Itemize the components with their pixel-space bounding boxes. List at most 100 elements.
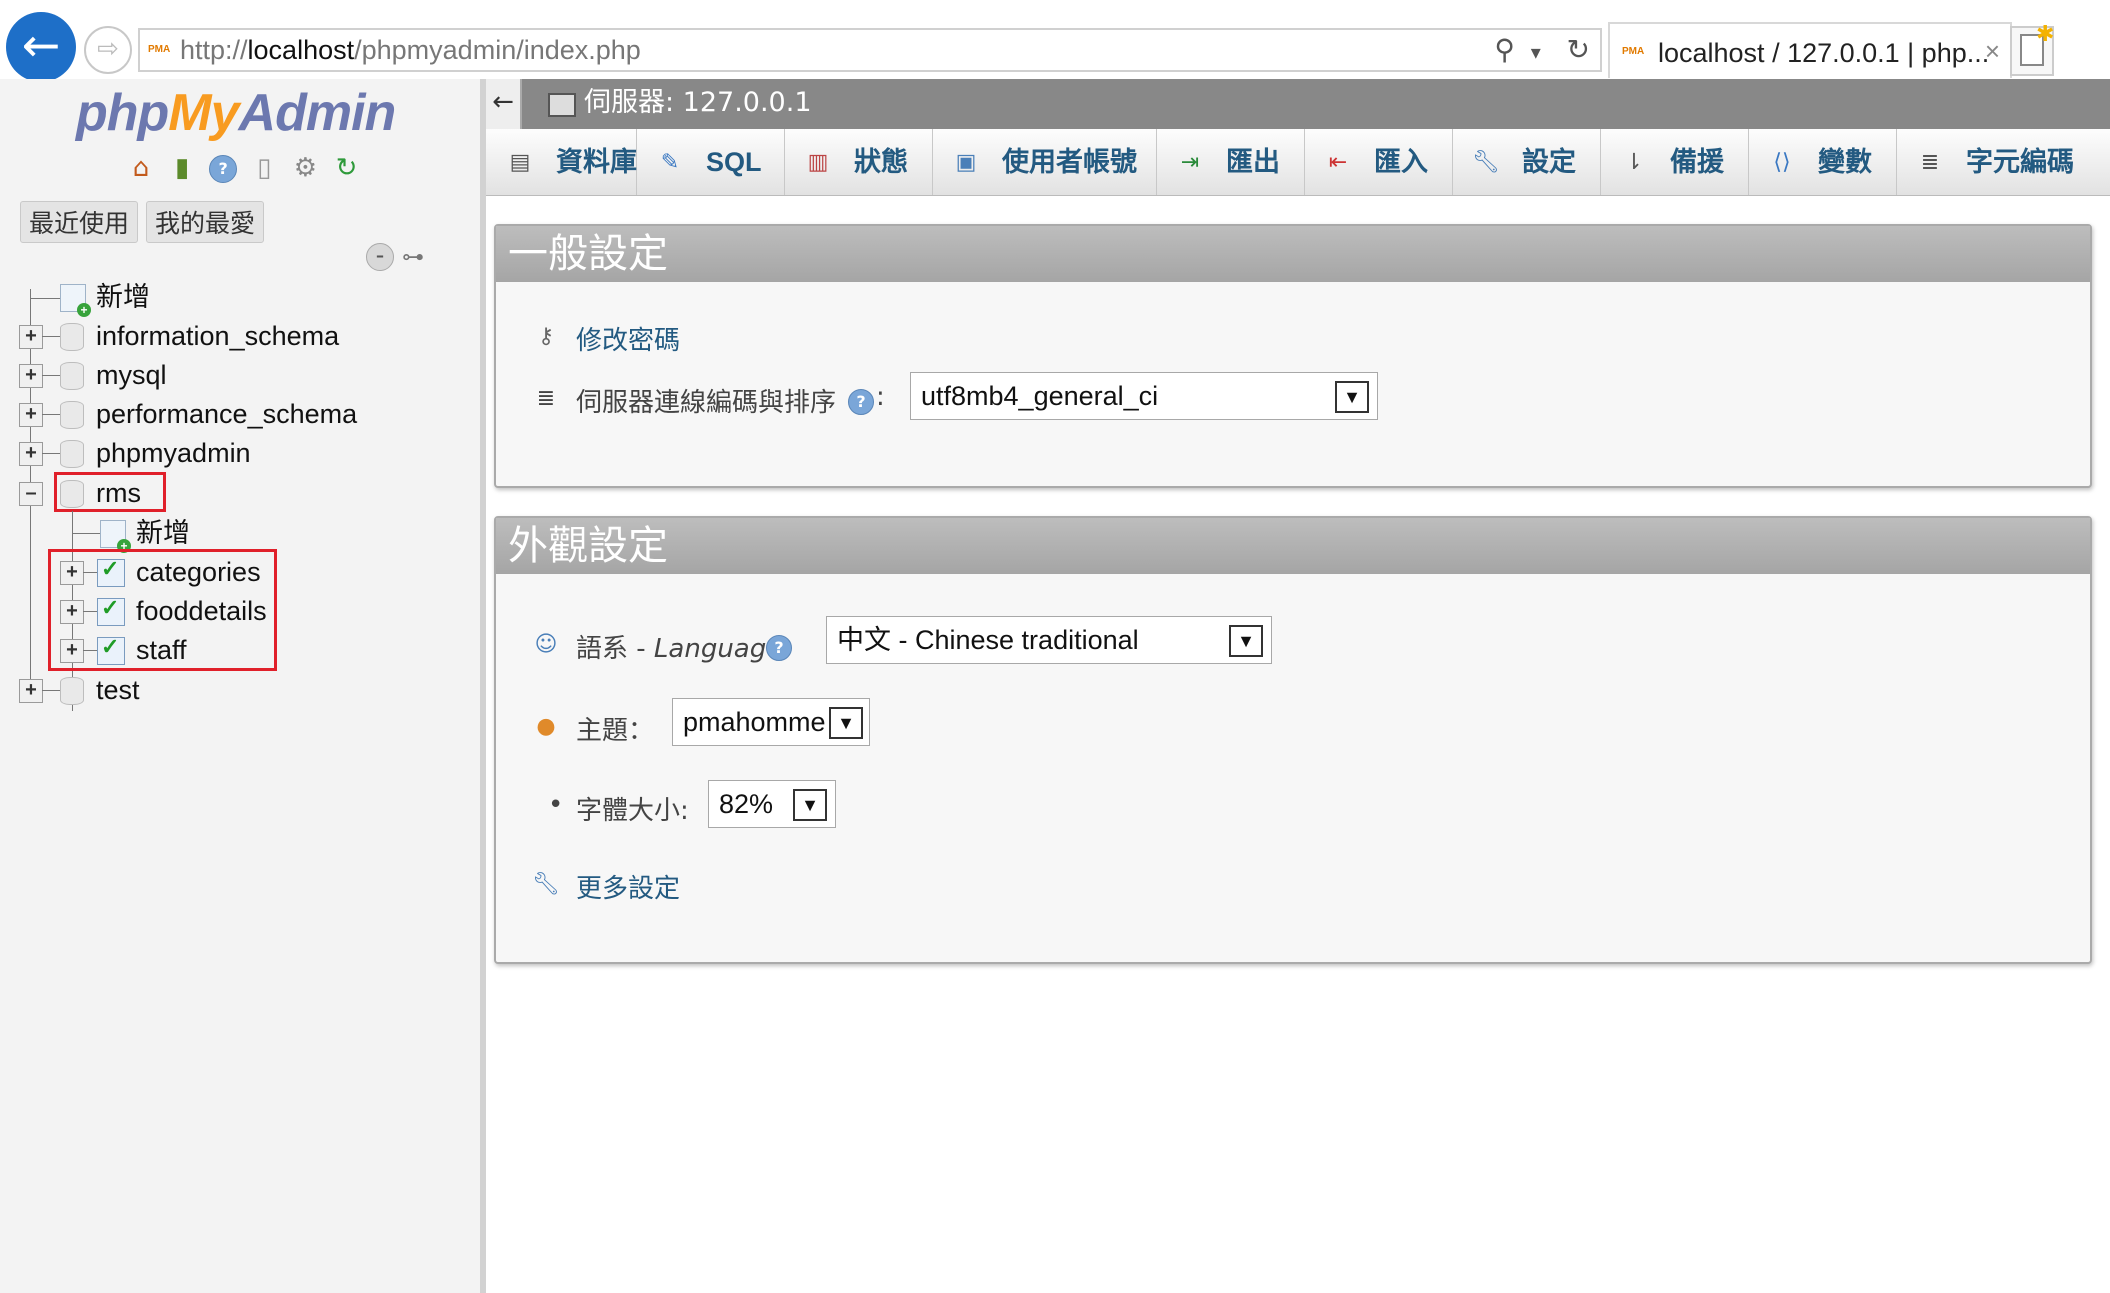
collapse-icon[interactable]: – [19,482,43,506]
expand-icon[interactable]: + [19,325,43,349]
more-settings-link[interactable]: 更多設定 [576,868,680,905]
server-icon [548,93,576,117]
home-icon[interactable]: ⌂ [126,153,156,183]
url-text[interactable]: http://localhost/phpmyadmin/index.php [180,30,641,70]
tab-databases[interactable]: ▤ 資料庫 [486,129,637,195]
expand-icon[interactable]: + [19,442,43,466]
language-label: 語系 - [576,634,654,664]
help-icon[interactable]: ? [766,632,792,662]
database-icon [60,677,84,705]
browser-tab[interactable]: PMA localhost / 127.0.0.1 | php... × [1608,22,2012,78]
new-table-icon: + [100,520,131,553]
help-icon[interactable]: ? [208,153,238,183]
tab-import[interactable]: ⇤ 匯入 [1304,129,1453,195]
chevron-down-icon: ▼ [793,789,827,821]
import-icon: ⇤ [1328,149,1348,174]
tab-user-accounts[interactable]: ▣ 使用者帳號 [932,129,1157,195]
users-icon: ▣ [955,149,977,174]
tab-status[interactable]: ▥ 狀態 [784,129,933,195]
highlight-box-tables [48,549,277,671]
highlight-box-rms [54,472,166,512]
language-label-en: Language [653,634,783,664]
database-icon: ▤ [509,149,531,174]
tree-db-test[interactable]: + test [0,673,420,709]
theme-label: 主題： [576,716,655,746]
star-icon: ✱ [2036,22,2055,47]
appearance-settings-panel: 外觀設定 ☺ 語系 - Language ? 中文 - Chinese trad… [494,516,2092,964]
help-icon[interactable]: ? [848,386,874,416]
database-icon [60,323,84,351]
gear-icon[interactable]: ⚙ [290,153,320,183]
collation-colon: : [876,382,885,412]
tree-db-phpmyadmin[interactable]: + phpmyadmin [0,436,420,472]
tree-db-performance-schema[interactable]: + performance_schema [0,397,420,433]
arrow-left-icon: ← [21,18,61,72]
general-settings-title: 一般設定 [496,226,2090,282]
expand-icon[interactable]: + [19,403,43,427]
recent-button[interactable]: 最近使用 [20,201,139,243]
reload-icon[interactable]: ↻ [331,153,361,183]
appearance-settings-title: 外觀設定 [496,518,2090,574]
hide-nav-button[interactable]: ← [486,79,522,129]
navigation-panel: phpMyAdmin ⌂ ▮ ? ▯ ⚙ ↻ 最近使用 我的最愛 – ⊶ + 新增… [0,79,480,1293]
tab-title: localhost / 127.0.0.1 | php... [1658,38,1990,68]
link-icon[interactable]: ⊶ [402,245,424,270]
collation-label: 伺服器連線編碼與排序 [576,388,837,418]
replication-icon: ⇂ [1624,149,1644,174]
database-icon [60,362,84,390]
language-select[interactable]: 中文 - Chinese traditional ▼ [826,616,1272,664]
phpmyadmin-logo[interactable]: phpMyAdmin [76,83,396,143]
browser-forward-button[interactable]: ⇨ [84,26,132,74]
top-menu-tabs: ▤ 資料庫 ✎ SQL ▥ 狀態 ▣ 使用者帳號 ⇥ 匯出 ⇤ 匯入 🔧︎ 設定… [486,129,2110,196]
list-icon: ≣ [536,386,556,411]
palette-icon: ● [536,714,556,739]
variables-icon: ⟨⟩ [1773,149,1791,174]
database-icon [60,401,84,429]
tab-settings[interactable]: 🔧︎ 設定 [1452,129,1601,195]
language-row: ☺ 語系 - Language ? [532,620,852,670]
chevron-down-icon: ▼ [1335,381,1369,413]
tab-export[interactable]: ⇥ 匯出 [1156,129,1305,195]
theme-select[interactable]: pmahomme ▼ [672,698,870,746]
new-database-icon: + [60,284,91,317]
tree-rms-new-table[interactable]: + 新增 [0,516,300,553]
tab-charsets[interactable]: ≣ 字元編碼 [1896,129,2110,195]
language-icon: ☺ [534,632,558,657]
fontsize-select[interactable]: 82% ▼ [708,780,836,828]
chevron-down-icon: ▼ [1229,625,1263,657]
dropdown-icon[interactable]: ▾ [1531,42,1541,64]
chevron-down-icon: ▼ [829,707,863,739]
search-icon[interactable]: ⚲ [1494,34,1515,65]
address-bar[interactable]: PMA http://localhost/phpmyadmin/index.ph… [138,28,1602,72]
tree-db-mysql[interactable]: + mysql [0,358,420,394]
more-settings-row[interactable]: 🔧︎ 更多設定 [532,860,832,910]
new-tab-button[interactable]: ✱ [2010,22,2054,76]
browser-toolbar: ← ⇨ PMA http://localhost/phpmyadmin/inde… [0,0,2110,82]
tab-sql[interactable]: ✎ SQL [636,129,785,195]
list-icon: ≣ [1920,149,1940,174]
logout-icon[interactable]: ▮ [167,153,197,183]
docs-icon[interactable]: ▯ [249,153,279,183]
wrench-icon: 🔧︎ [532,872,560,897]
server-title[interactable]: 伺服器: 127.0.0.1 [584,85,812,121]
expand-icon[interactable]: + [19,679,43,703]
collation-select[interactable]: utf8mb4_general_ci ▼ [910,372,1378,420]
refresh-icon[interactable]: ↻ [1567,34,1590,65]
tree-new-database[interactable]: + 新增 [0,280,300,317]
expand-icon[interactable]: + [19,364,43,388]
browser-back-button[interactable]: ← [6,12,76,82]
nav-icon-bar: ⌂ ▮ ? ▯ ⚙ ↻ [126,153,367,191]
tab-replication[interactable]: ⇂ 備援 [1600,129,1749,195]
tree-db-information-schema[interactable]: + information_schema [0,319,420,355]
tab-variables[interactable]: ⟨⟩ 變數 [1748,129,1897,195]
database-icon [60,440,84,468]
favorites-button[interactable]: 我的最愛 [146,201,265,243]
general-settings-panel: 一般設定 ⚷ 修改密碼 ≣ 伺服器連線編碼與排序 ? : utf8mb4_gen… [494,224,2092,488]
change-password-link[interactable]: 修改密碼 [576,320,680,357]
collapse-all-icon[interactable]: – [366,243,394,271]
tab-favicon-icon: PMA [1622,46,1645,57]
change-password-row[interactable]: ⚷ 修改密碼 [532,312,1132,362]
server-breadcrumb-bar: ← 伺服器: 127.0.0.1 [486,79,2110,129]
close-tab-icon[interactable]: × [1985,36,2000,67]
fontsize-row: • 字體大小: [532,782,732,832]
